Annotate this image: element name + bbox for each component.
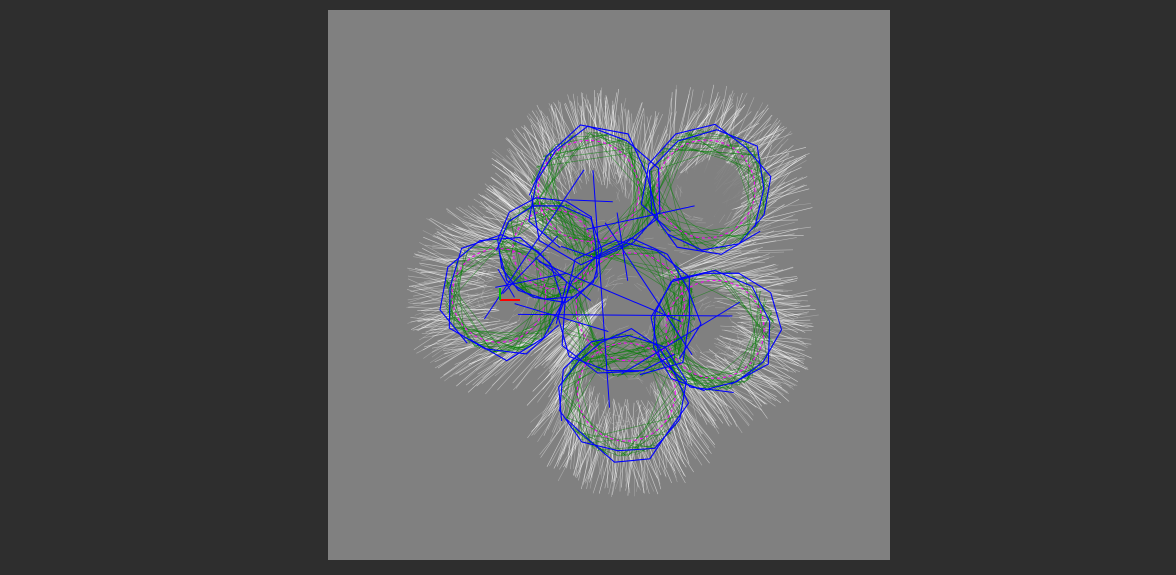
3d-canvas[interactable] (328, 10, 890, 560)
mesh-visualization[interactable] (328, 10, 890, 560)
viewer-window (0, 0, 1176, 575)
